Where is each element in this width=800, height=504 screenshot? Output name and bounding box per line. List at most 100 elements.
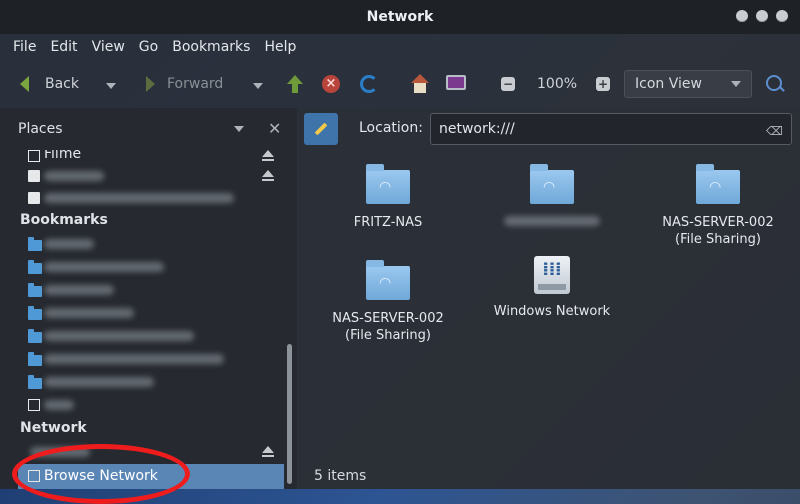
network-item-nas-server-002[interactable]: ◠ NAS-SERVER-002 (File Sharing) [648, 164, 788, 248]
drive-icon [28, 170, 40, 182]
redacted-label [504, 216, 600, 226]
folder-icon [28, 306, 42, 320]
location-value: network:/// [439, 121, 515, 137]
back-button[interactable]: Back [20, 76, 79, 92]
redacted-label [44, 400, 74, 410]
menu-view[interactable]: View [85, 39, 132, 55]
redacted-label [44, 377, 154, 387]
sidebar-item-label: Filme [44, 150, 82, 162]
annotation-circle [12, 444, 190, 504]
menu-bar: File Edit View Go Bookmarks Help [0, 34, 800, 60]
file-manager-window: Network File Edit View Go Bookmarks Help… [0, 0, 800, 504]
window-controls [736, 10, 788, 22]
view-mode-value: Icon View [635, 76, 702, 92]
network-item-fritz-nas[interactable]: ◠ FRITZ-NAS [318, 164, 458, 231]
pencil-icon [314, 122, 328, 136]
menu-bookmarks[interactable]: Bookmarks [165, 39, 257, 55]
minimize-button[interactable] [736, 10, 748, 22]
redacted-label [44, 285, 114, 295]
zoom-level[interactable]: 100% [537, 76, 577, 92]
network-drive-icon [28, 150, 40, 162]
eject-icon[interactable] [262, 170, 274, 181]
item-label: FRITZ-NAS [353, 215, 423, 230]
zoom-out-icon[interactable]: − [501, 77, 515, 91]
menu-edit[interactable]: Edit [43, 39, 84, 55]
redacted-label [44, 308, 134, 318]
folder-icon [28, 352, 42, 366]
redacted-label [44, 331, 194, 341]
folder-icon [28, 260, 42, 274]
status-bar: 5 items [298, 462, 800, 489]
location-bar: Location: network:/// ⌫ [298, 108, 800, 150]
chevron-down-icon [731, 81, 741, 87]
section-network: Network [20, 420, 87, 436]
folder-icon [28, 283, 42, 297]
scrollbar-thumb[interactable] [287, 344, 292, 484]
menu-go[interactable]: Go [132, 39, 165, 55]
computer-icon[interactable] [446, 75, 466, 90]
view-mode-select[interactable]: Icon View [624, 70, 752, 98]
search-icon[interactable] [766, 75, 782, 91]
toolbar: Back Forward × − 100% + Icon View [0, 62, 800, 106]
sidebar-mode-chevron-down-icon[interactable] [234, 126, 244, 132]
network-share-icon [28, 399, 40, 411]
window-title: Network [366, 9, 434, 25]
back-label: Back [45, 76, 79, 92]
title-bar[interactable]: Network [0, 0, 800, 34]
location-input[interactable]: network:/// ⌫ [430, 113, 792, 145]
item-label: NAS-SERVER-002 (File Sharing) [662, 215, 774, 247]
redacted-label [44, 171, 104, 181]
menu-file[interactable]: File [6, 39, 43, 55]
reload-icon[interactable] [360, 75, 378, 93]
bookmark-item[interactable] [0, 301, 288, 324]
close-sidebar-icon[interactable]: ✕ [268, 119, 281, 138]
sidebar-scrollbar[interactable] [287, 148, 292, 488]
windows-network-icon: ⵂⵂⵂ [534, 256, 570, 294]
item-count: 5 items [314, 467, 367, 484]
back-arrow-icon [20, 76, 29, 92]
go-up-arrow-icon[interactable] [287, 75, 303, 93]
network-item-redacted[interactable]: ◠ [482, 164, 622, 226]
bookmark-item[interactable] [0, 347, 288, 370]
sidebar: Places ✕ Filme Bookmarks Network Browse … [0, 108, 297, 489]
redacted-label [44, 239, 94, 249]
sidebar-title[interactable]: Places [18, 121, 63, 137]
sidebar-item-drive[interactable] [0, 164, 288, 187]
bookmark-item[interactable] [0, 255, 288, 278]
eject-icon[interactable] [262, 446, 274, 457]
folder-icon [28, 329, 42, 343]
maximize-button[interactable] [756, 10, 768, 22]
network-item-windows-network[interactable]: ⵂⵂⵂ Windows Network [482, 256, 622, 320]
zoom-in-icon[interactable]: + [596, 77, 610, 91]
item-label: NAS-SERVER-002 (File Sharing) [332, 311, 444, 343]
stop-icon[interactable]: × [322, 75, 340, 93]
bookmark-item[interactable] [0, 370, 288, 393]
back-history-chevron-down-icon[interactable] [106, 83, 116, 89]
close-button[interactable] [776, 10, 788, 22]
network-folder-icon: ◠ [530, 164, 574, 204]
redacted-label [44, 354, 224, 364]
folder-icon [28, 237, 42, 251]
network-folder-icon: ◠ [366, 260, 410, 300]
menu-help[interactable]: Help [257, 39, 303, 55]
network-item-nas-server-002[interactable]: ◠ NAS-SERVER-002 (File Sharing) [318, 260, 458, 344]
item-label: Windows Network [493, 304, 611, 319]
eject-icon[interactable] [262, 150, 274, 161]
bookmark-item[interactable] [0, 278, 288, 301]
redacted-label [44, 262, 164, 272]
sidebar-item-drive[interactable] [0, 186, 288, 209]
sidebar-header: Places ✕ [0, 108, 297, 150]
bookmark-item[interactable] [0, 232, 288, 255]
redacted-label [44, 193, 234, 203]
home-icon[interactable] [410, 74, 430, 94]
edit-location-button[interactable] [304, 113, 338, 145]
forward-button[interactable]: Forward [146, 76, 223, 92]
bookmark-item[interactable] [0, 324, 288, 347]
clear-icon[interactable]: ⌫ [766, 124, 783, 138]
section-bookmarks: Bookmarks [20, 212, 108, 228]
forward-history-chevron-down-icon[interactable] [253, 83, 263, 89]
forward-arrow-icon [146, 76, 155, 92]
folder-icon [28, 375, 42, 389]
places-list: Filme Bookmarks Network Browse Network [0, 150, 288, 489]
bookmark-item[interactable] [0, 393, 288, 416]
